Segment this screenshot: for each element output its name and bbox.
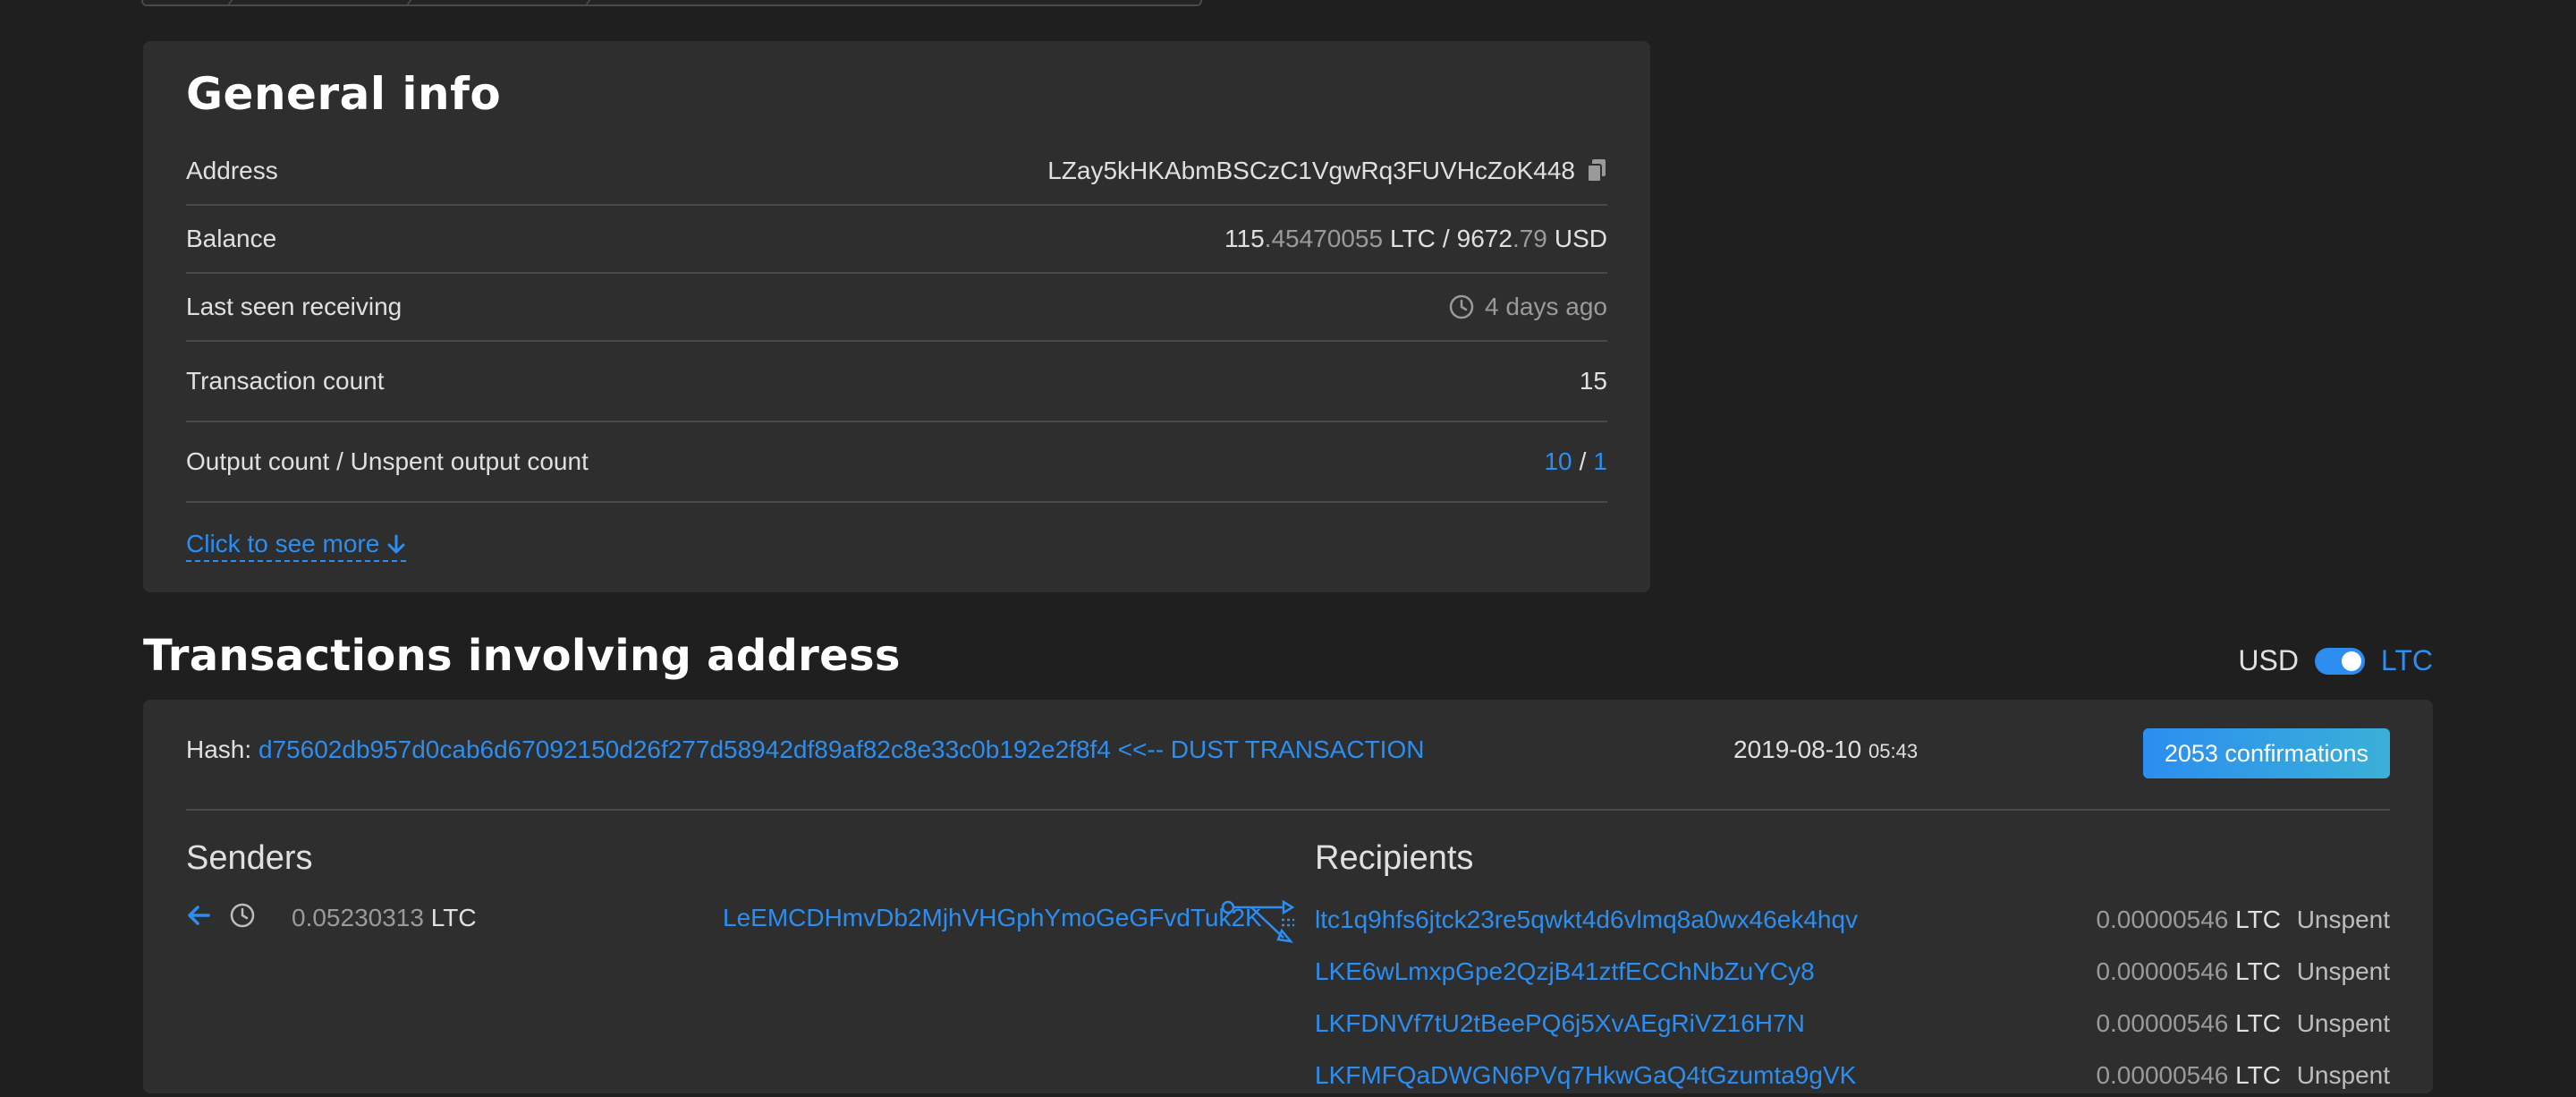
recipient-status: Unspent [2296,1061,2390,1089]
recipient-amount: 0.00000546 LTC [2096,957,2281,985]
transaction-count-value: 15 [1579,367,1607,395]
last-seen-row: Last seen receiving 4 days ago [186,274,1607,342]
sender-amount: 0.05230313 LTC [292,904,477,931]
recipients-title: Recipients [1315,839,1474,877]
balance-row: Balance 115.45470055 LTC / 9672.79 USD [186,206,1607,274]
see-more-link[interactable]: Click to see more [186,530,407,562]
arrow-left-icon[interactable] [186,902,211,929]
arrow-down-icon [387,534,405,554]
currency-usd-label[interactable]: USD [2238,644,2299,677]
recipient-status: Unspent [2296,906,2390,933]
unspent-count-link[interactable]: 1 [1593,447,1607,476]
output-count-separator: / [1579,447,1587,475]
currency-toggle[interactable]: USD LTC [2238,644,2433,677]
recipient-row: LKFMFQaDWGN6PVq7HkwGaQ4tGzumta9gVK 0.000… [1315,1061,2390,1097]
recipient-amount: 0.00000546 LTC [2096,1061,2281,1089]
address-row: Address LZay5kHKAbmBSCzC1VgwRq3FUVHcZoK4… [186,138,1607,206]
transaction-count-label: Transaction count [186,367,385,395]
recipient-status: Unspent [2296,957,2390,985]
recipient-address-link[interactable]: LKFMFQaDWGN6PVq7HkwGaQ4tGzumta9gVK [1315,1061,1856,1090]
currency-switch[interactable] [2314,647,2365,675]
recipient-row: ltc1q9hfs6jtck23re5qwkt4d6vlmq8a0wx46ek4… [1315,906,2390,941]
address-value: LZay5kHKAbmBSCzC1VgwRq3FUVHcZoK448 [1047,157,1575,184]
last-seen-label: Last seen receiving [186,293,402,320]
general-info-title: General info [186,68,502,120]
address-label: Address [186,157,278,184]
recipient-address-link[interactable]: LKE6wLmxpGpe2QzjB41ztfECChNbZuYCy8 [1315,957,1815,986]
transaction-card: Hash: d75602db957d0cab6d67092150d26f277d… [143,700,2433,1093]
recipient-amount: 0.00000546 LTC [2096,1009,2281,1037]
transaction-count-row: Transaction count 15 [186,342,1607,422]
recipient-row: LKE6wLmxpGpe2QzjB41ztfECChNbZuYCy8 0.000… [1315,957,2390,993]
balance-usd: 9672.79 [1456,225,1547,252]
tx-date: 2019-08-10 05:43 [1733,736,1919,763]
copy-icon[interactable] [1586,158,1607,183]
clock-icon [1449,294,1474,319]
sender-row: 0.05230313 LTC LeEMCDHmvDb2MjhVHGphYmoGe… [186,902,1262,938]
output-count-link[interactable]: 10 [1544,447,1572,476]
output-count-label: Output count / Unspent output count [186,447,589,475]
last-seen-value: 4 days ago [1485,293,1607,320]
sender-address-link[interactable]: LeEMCDHmvDb2MjhVHGphYmoGeGFvdTuk2K [723,904,1262,932]
currency-ltc-label[interactable]: LTC [2381,644,2433,677]
clock-icon [230,903,255,928]
transaction-header: Hash: d75602db957d0cab6d67092150d26f277d… [186,700,2390,811]
senders-title: Senders [186,839,313,877]
recipient-row: LKFDNVf7tU2tBeePQ6j5XvAEgRiVZ16H7N 0.000… [1315,1009,2390,1045]
recipient-status: Unspent [2296,1009,2390,1037]
confirmations-badge: 2053 confirmations [2142,728,2390,778]
breadcrumb[interactable] [141,0,1202,6]
tx-hash: Hash: d75602db957d0cab6d67092150d26f277d… [186,736,1425,763]
balance-ltc: 115.45470055 [1224,225,1384,252]
recipient-address-link[interactable]: ltc1q9hfs6jtck23re5qwkt4d6vlmq8a0wx46ek4… [1315,906,1858,934]
output-count-row: Output count / Unspent output count 10 /… [186,422,1607,503]
general-info-card: General info Address LZay5kHKAbmBSCzC1Vg… [143,41,1650,592]
recipient-address-link[interactable]: LKFDNVf7tU2tBeePQ6j5XvAEgRiVZ16H7N [1315,1009,1805,1038]
balance-ltc-unit: LTC [1390,225,1436,252]
balance-separator: / [1442,225,1450,252]
tx-time: 05:43 [1868,740,1919,762]
balance-usd-unit: USD [1554,225,1607,252]
transaction-flow-icon [1221,899,1295,943]
balance-label: Balance [186,225,277,252]
transactions-title: Transactions involving address [143,631,901,681]
tx-hash-link[interactable]: d75602db957d0cab6d67092150d26f277d58942d… [258,736,1425,763]
recipient-amount: 0.00000546 LTC [2096,906,2281,933]
